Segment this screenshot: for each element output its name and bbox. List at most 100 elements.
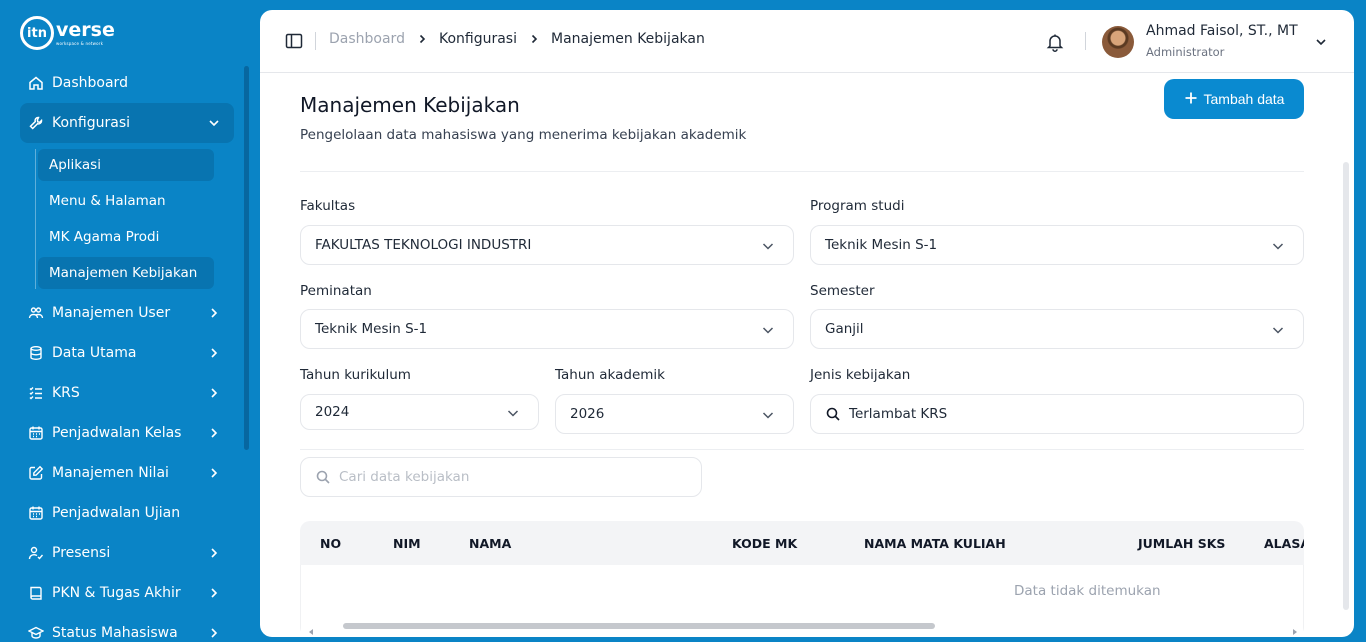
sidebar-subitem-manajemen-kebijakan[interactable]: Manajemen Kebijakan <box>38 257 214 289</box>
tahun-akademik-value: 2026 <box>570 406 605 422</box>
fakultas-label: Fakultas <box>300 198 356 214</box>
sidebar-item-label: Manajemen Nilai <box>52 465 169 481</box>
sidebar-item-dashboard[interactable]: Dashboard <box>20 63 234 103</box>
peminatan-label: Peminatan <box>300 283 372 299</box>
chevron-right-icon <box>206 385 222 401</box>
wrench-icon <box>28 115 44 131</box>
breadcrumb-current: Manajemen Kebijakan <box>551 31 705 47</box>
semester-select[interactable]: Ganjil <box>810 309 1304 349</box>
sidebar-subitem-label: Manajemen Kebijakan <box>49 265 198 281</box>
sidebar-item-penjadwalan-kelas[interactable]: Penjadwalan Kelas <box>20 413 234 453</box>
fakultas-value: FAKULTAS TEKNOLOGI INDUSTRI <box>315 237 532 253</box>
page-title: Manajemen Kebijakan <box>300 93 520 117</box>
chevron-right-icon <box>206 585 222 601</box>
user-name[interactable]: Ahmad Faisol, ST., MT <box>1146 23 1298 39</box>
sidebar-item-manajemen-nilai[interactable]: Manajemen Nilai <box>20 453 234 493</box>
program-studi-select[interactable]: Teknik Mesin S-1 <box>810 225 1304 265</box>
tahun-kurikulum-select[interactable]: 2024 <box>300 394 539 430</box>
tahun-kurikulum-value: 2024 <box>315 404 350 420</box>
sidebar-subitem-label: MK Agama Prodi <box>49 229 160 245</box>
chevron-right-icon <box>417 34 427 44</box>
search-icon <box>315 469 331 485</box>
sidebar-subitem-label: Menu & Halaman <box>49 193 166 209</box>
sidebar-subitem-mk-agama-prodi[interactable]: MK Agama Prodi <box>38 221 214 253</box>
chevron-down-icon <box>506 406 520 420</box>
sidebar-item-label: KRS <box>52 385 80 401</box>
breadcrumb: Dashboard Konfigurasi Manajemen Kebijaka… <box>329 31 705 47</box>
chevron-down-icon <box>1271 323 1285 337</box>
sidebar-item-label: Presensi <box>52 545 111 561</box>
table-body: Data tidak ditemukan <box>300 565 1304 637</box>
breadcrumb-konfigurasi[interactable]: Konfigurasi <box>439 31 517 47</box>
sidebar-item-status-mahasiswa[interactable]: Status Mahasiswa <box>20 613 234 642</box>
scroll-left-arrow-icon[interactable] <box>307 621 315 635</box>
jenis-kebijakan-label: Jenis kebijakan <box>810 367 911 383</box>
sidebar-item-label: Dashboard <box>52 75 128 91</box>
user-check-icon <box>28 545 44 561</box>
sidebar-subitem-menu-halaman[interactable]: Menu & Halaman <box>38 185 214 217</box>
column-header-kode-mk[interactable]: KODE MK <box>732 536 797 551</box>
sidebar-subitem-aplikasi[interactable]: Aplikasi <box>38 149 214 181</box>
plus-icon <box>1184 91 1198 108</box>
sidebar-subitem-label: Aplikasi <box>49 157 101 173</box>
search-input[interactable]: Cari data kebijakan <box>300 457 702 497</box>
sidebar-item-penjadwalan-ujian[interactable]: Penjadwalan Ujian <box>20 493 234 533</box>
column-header-nama[interactable]: NAMA <box>469 536 511 551</box>
users-icon <box>28 305 44 321</box>
app-logo[interactable]: itn verse workspace & network <box>20 16 115 50</box>
fakultas-select[interactable]: FAKULTAS TEKNOLOGI INDUSTRI <box>300 225 794 265</box>
chevron-right-icon <box>529 34 539 44</box>
peminatan-select[interactable]: Teknik Mesin S-1 <box>300 309 794 349</box>
sidebar-item-label: Manajemen User <box>52 305 171 321</box>
sidebar-item-data-utama[interactable]: Data Utama <box>20 333 234 373</box>
chevron-down-icon[interactable] <box>1313 34 1329 50</box>
sidebar-item-presensi[interactable]: Presensi <box>20 533 234 573</box>
chevron-down-icon <box>761 239 775 253</box>
column-header-nama-mata-kuliah[interactable]: NAMA MATA KULIAH <box>864 536 1006 551</box>
semester-label: Semester <box>810 283 875 299</box>
column-header-jumlah-sks[interactable]: JUMLAH SKS <box>1138 536 1225 551</box>
breadcrumb-dashboard[interactable]: Dashboard <box>329 31 405 47</box>
semester-value: Ganjil <box>825 321 864 337</box>
chevron-right-icon <box>206 545 222 561</box>
column-header-no[interactable]: NO <box>320 536 341 551</box>
sidebar-item-konfigurasi[interactable]: Konfigurasi <box>20 103 234 143</box>
chevron-down-icon <box>761 408 775 422</box>
sidebar: itn verse workspace & network Dashboard … <box>0 0 258 642</box>
table-header: NO NIM NAMA KODE MK NAMA MATA KULIAH JUM… <box>300 521 1304 565</box>
tahun-akademik-label: Tahun akademik <box>555 367 665 383</box>
search-icon <box>825 406 841 422</box>
bell-icon[interactable] <box>1045 32 1065 52</box>
sidebar-item-pkn-tugas-akhir[interactable]: PKN & Tugas Akhir <box>20 573 234 613</box>
book-icon <box>28 585 44 601</box>
empty-state-text: Data tidak ditemukan <box>1014 583 1161 599</box>
sidebar-item-label: PKN & Tugas Akhir <box>52 585 181 601</box>
sidebar-item-manajemen-user[interactable]: Manajemen User <box>20 293 234 333</box>
tahun-akademik-select[interactable]: 2026 <box>555 394 794 434</box>
user-role: Administrator <box>1146 45 1225 59</box>
main-panel: Dashboard Konfigurasi Manajemen Kebijaka… <box>260 10 1354 637</box>
program-studi-label: Program studi <box>810 198 905 214</box>
horizontal-scrollbar[interactable] <box>343 623 935 629</box>
sidebar-scrollbar[interactable] <box>244 66 249 450</box>
jenis-kebijakan-combobox[interactable]: Terlambat KRS <box>810 394 1304 434</box>
chevron-down-icon <box>761 323 775 337</box>
add-data-button[interactable]: Tambah data <box>1164 79 1304 119</box>
scroll-right-arrow-icon[interactable] <box>1291 621 1299 635</box>
sidebar-item-krs[interactable]: KRS <box>20 373 234 413</box>
konfigurasi-submenu: Aplikasi Menu & Halaman MK Agama Prodi M… <box>20 149 234 289</box>
sidebar-nav: Dashboard Konfigurasi Aplikasi Menu & Ha… <box>20 63 234 642</box>
policy-table: NO NIM NAMA KODE MK NAMA MATA KULIAH JUM… <box>300 521 1304 637</box>
chevron-right-icon <box>206 305 222 321</box>
page-subtitle: Pengelolaan data mahasiswa yang menerima… <box>300 127 747 143</box>
avatar[interactable] <box>1102 26 1134 58</box>
chevron-down-icon <box>1271 239 1285 253</box>
sidebar-toggle-icon[interactable] <box>285 32 303 50</box>
page-scrollbar[interactable] <box>1343 162 1349 610</box>
jenis-kebijakan-value: Terlambat KRS <box>849 406 948 422</box>
divider <box>315 32 316 50</box>
column-header-alasan[interactable]: ALASAN <box>1264 536 1304 551</box>
graduation-icon <box>28 625 44 641</box>
top-bar: Dashboard Konfigurasi Manajemen Kebijaka… <box>260 10 1354 73</box>
column-header-nim[interactable]: NIM <box>393 536 421 551</box>
